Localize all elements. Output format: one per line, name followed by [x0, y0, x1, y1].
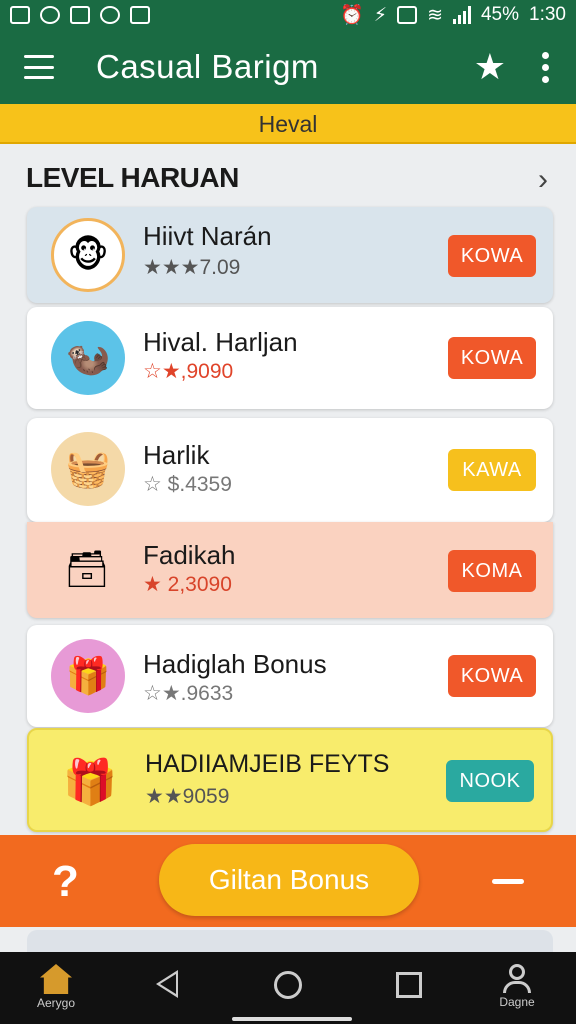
- nav-profile-tab[interactable]: Dagne: [492, 964, 542, 1009]
- item-rating: ★★★7.09: [143, 256, 241, 279]
- monkey-avatar-icon: 🐵: [51, 218, 125, 292]
- navigation-bar: Aerygo Dagne: [0, 952, 576, 1024]
- clock: 1:30: [529, 4, 566, 25]
- item-name: Hadiglah Bonus: [143, 649, 327, 679]
- bottom-action-bar: ? Giltan Bonus: [0, 835, 576, 927]
- sync-notification-icon: [40, 6, 60, 24]
- app-title: Casual Barigm: [96, 48, 319, 85]
- home-circle-icon[interactable]: [274, 971, 302, 999]
- item-rating: ★★9059: [145, 785, 230, 808]
- gesture-handle: [232, 1017, 352, 1021]
- item-rating: ☆★,9090: [143, 360, 234, 383]
- item-rating: ★ 2,3090: [143, 573, 232, 596]
- item-name: HADIIAMJEIB FEYTS: [145, 750, 390, 778]
- item-action-button[interactable]: KOMA: [448, 550, 536, 592]
- section-title: LEVEL HARUAN: [26, 162, 239, 193]
- present-avatar-icon: 🎁: [51, 639, 125, 713]
- recents-icon[interactable]: [396, 972, 422, 998]
- nav-profile-label: Dagne: [499, 995, 535, 1009]
- list-item[interactable]: 🗃 Fadikah ★ 2,3090 KOMA: [27, 522, 553, 618]
- more-options-icon[interactable]: [542, 51, 550, 83]
- back-icon[interactable]: [156, 970, 178, 998]
- signal-icon: [452, 6, 471, 24]
- nav-home-label: Aerygo: [36, 996, 76, 1010]
- list-item[interactable]: 🧺 Harlik ☆ $.4359 KAWA: [27, 418, 553, 522]
- alarm-icon: ⏰: [340, 5, 364, 26]
- list-item[interactable]: 🎁 HADIIAMJEIB FEYTS ★★9059 NOOK: [27, 728, 553, 832]
- food-basket-avatar-icon: 🧺: [51, 432, 125, 506]
- bonus-button[interactable]: Giltan Bonus: [159, 844, 419, 916]
- wifi-icon: ≋: [427, 4, 443, 26]
- item-action-button[interactable]: KOWA: [448, 337, 536, 379]
- item-name: Hival. Harljan: [143, 327, 298, 357]
- vibrate-icon: ⚡: [373, 4, 388, 26]
- item-name: Hiivt Narán: [143, 221, 272, 251]
- item-name: Fadikah: [143, 540, 236, 570]
- nfc-icon: [397, 6, 418, 24]
- gift-box-avatar-icon: 🎁: [62, 758, 118, 807]
- battery-percent: 45%: [480, 4, 520, 25]
- gallery-notification-icon: [10, 6, 30, 24]
- list-item[interactable]: 🐵 Hiivt Narán ★★★7.09 KOWA: [27, 207, 553, 303]
- item-action-button[interactable]: KOWA: [448, 235, 536, 277]
- nav-home-tab[interactable]: Aerygo: [34, 964, 78, 1010]
- app-notification-icon: [130, 6, 150, 24]
- shield-notification-icon: [100, 6, 120, 24]
- status-bar: ⏰ ⚡ ≋ 45% 1:30: [0, 0, 576, 30]
- item-action-button[interactable]: NOOK: [446, 760, 534, 802]
- item-action-button[interactable]: KAWA: [448, 449, 536, 491]
- list-item[interactable]: 🎁 Hadiglah Bonus ☆★.9633 KOWA: [27, 625, 553, 727]
- chevron-right-icon[interactable]: ›: [538, 163, 548, 197]
- item-action-button[interactable]: KOWA: [448, 655, 536, 697]
- item-rating: ☆★.9633: [143, 682, 234, 705]
- home-icon: [40, 964, 72, 994]
- item-rating: ☆ $.4359: [143, 473, 232, 496]
- app-bar: Casual Barigm ★: [0, 30, 576, 104]
- item-name: Harlik: [143, 440, 210, 470]
- gift-box-avatar-icon: 🗃: [64, 548, 110, 589]
- list-item[interactable]: 🦦 Hival. Harljan ☆★,9090 KOWA: [27, 307, 553, 409]
- star-icon[interactable]: ★: [474, 46, 506, 88]
- profile-icon: [509, 964, 525, 980]
- banner[interactable]: Heval: [0, 104, 576, 144]
- hamburger-menu-icon[interactable]: [24, 55, 54, 79]
- mail-notification-icon: [70, 6, 90, 24]
- otter-avatar-icon: 🦦: [51, 321, 125, 395]
- help-hook-icon[interactable]: ?: [52, 857, 79, 907]
- minimize-icon[interactable]: [492, 879, 524, 884]
